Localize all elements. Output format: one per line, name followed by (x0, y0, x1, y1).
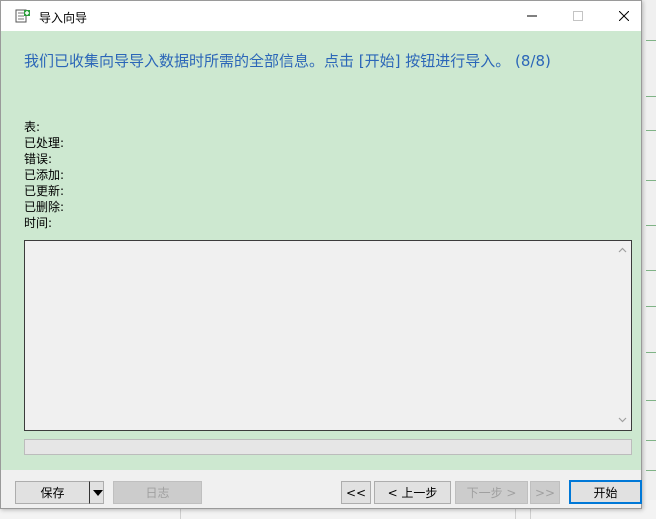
minimize-icon (527, 15, 537, 17)
next-step-button[interactable]: 下一步 > (455, 481, 528, 504)
wizard-headline: 我们已收集向导导入数据时所需的全部信息。点击 [开始] 按钮进行导入。 (8/8… (24, 52, 551, 70)
minimize-button[interactable] (509, 1, 555, 31)
caret-down-icon[interactable] (89, 481, 104, 504)
close-button[interactable] (601, 1, 647, 31)
stat-deleted-label: 已删除: (24, 200, 65, 214)
import-wizard-dialog: 导入向导 我们已收集向导导入数据时所需的全部信息。点击 [开始] 按钮进行导入。… (0, 0, 642, 509)
stat-errors-label: 错误: (24, 152, 53, 166)
stat-updated-label: 已更新: (24, 184, 65, 198)
stat-time-label: 时间: (24, 216, 53, 230)
import-log-textarea[interactable] (24, 240, 632, 431)
import-progress-bar (24, 439, 632, 455)
background-window-edge (640, 0, 656, 519)
first-step-button[interactable]: << (341, 481, 371, 504)
close-icon (619, 11, 629, 21)
wizard-footer: 保存 日志 << < 上一步 下一步 > >> 开始 (1, 470, 642, 508)
stat-tables-label: 表: (24, 120, 41, 134)
previous-step-button[interactable]: < 上一步 (374, 481, 451, 504)
start-button[interactable]: 开始 (569, 480, 642, 504)
log-button[interactable]: 日志 (113, 481, 202, 504)
title-bar[interactable]: 导入向导 (1, 1, 641, 31)
maximize-button[interactable] (555, 1, 601, 31)
last-step-button[interactable]: >> (530, 481, 560, 504)
import-wizard-icon (15, 9, 30, 23)
maximize-icon (573, 11, 583, 21)
stat-added-label: 已添加: (24, 168, 65, 182)
window-title: 导入向导 (39, 11, 88, 25)
wizard-content: 我们已收集向导导入数据时所需的全部信息。点击 [开始] 按钮进行导入。 (8/8… (1, 31, 641, 470)
save-button[interactable]: 保存 (15, 481, 90, 504)
stat-processed-label: 已处理: (24, 136, 65, 150)
import-stats: 表: 已处理: 错误: 已添加: 已更新: 已删除: 时间: (24, 119, 64, 231)
